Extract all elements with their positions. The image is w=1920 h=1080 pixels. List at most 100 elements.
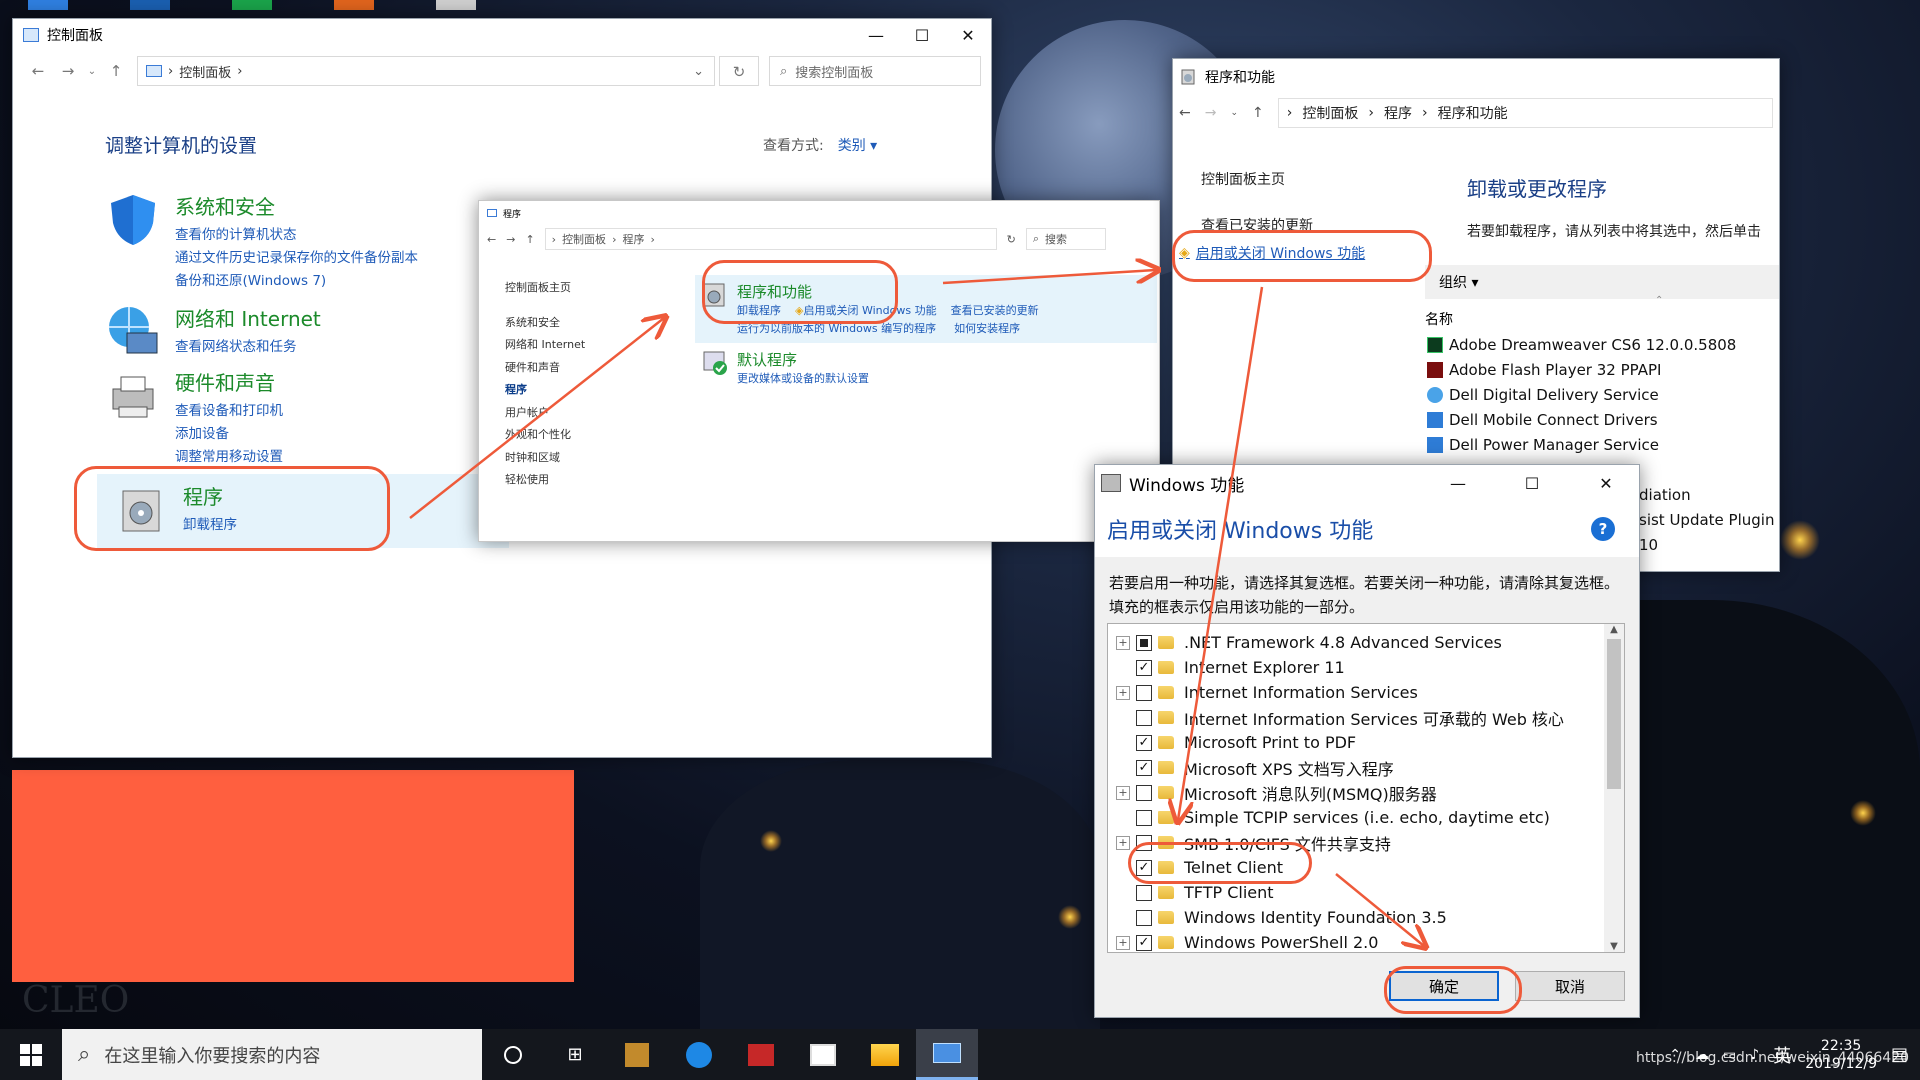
- expand-icon[interactable]: +: [1116, 835, 1130, 850]
- uninstall-link[interactable]: 卸载程序: [737, 302, 781, 320]
- sidebar-item-home[interactable]: 控制面板主页: [505, 277, 585, 300]
- back-arrow-icon[interactable]: ←: [1179, 105, 1191, 121]
- search-input[interactable]: ⌕ 搜索控制面板: [769, 56, 981, 86]
- feature-row[interactable]: Windows Identity Foundation 3.5: [1108, 905, 1624, 930]
- desktop-icon[interactable]: [334, 0, 374, 10]
- start-button[interactable]: [0, 1029, 62, 1080]
- feature-checkbox[interactable]: [1136, 684, 1152, 701]
- breadcrumb-item[interactable]: 程序: [622, 231, 644, 247]
- list-item[interactable]: Dell Digital Delivery Service: [1427, 382, 1736, 407]
- desktop-icon[interactable]: [232, 0, 272, 10]
- list-item[interactable]: Dell Power Manager Service: [1427, 432, 1736, 457]
- sidebar-item-home[interactable]: 控制面板主页: [1201, 169, 1285, 189]
- feature-row[interactable]: ✓ Internet Explorer 11: [1108, 655, 1624, 680]
- ok-button[interactable]: 确定: [1389, 971, 1499, 1001]
- feature-row[interactable]: ✓ Microsoft XPS 文档写入程序: [1108, 755, 1624, 780]
- feature-checkbox[interactable]: [1136, 909, 1152, 926]
- desktop-icon[interactable]: [28, 0, 68, 10]
- up-arrow-icon[interactable]: ↑: [525, 233, 534, 246]
- breadcrumb-item[interactable]: 程序和功能: [1438, 103, 1508, 123]
- program-name-partial[interactable]: 10: [1639, 533, 1774, 558]
- feature-row[interactable]: + .NET Framework 4.8 Advanced Services: [1108, 630, 1624, 655]
- breadcrumb-item[interactable]: 控制面板: [1302, 103, 1358, 123]
- scroll-up-icon[interactable]: ▲: [1604, 624, 1624, 635]
- list-item[interactable]: Adobe Dreamweaver CS6 12.0.0.5808: [1427, 332, 1736, 357]
- up-arrow-icon[interactable]: ↑: [1252, 105, 1264, 121]
- category-link[interactable]: 查看设备和打印机: [175, 400, 283, 423]
- feature-checkbox[interactable]: [1136, 784, 1152, 801]
- category-title[interactable]: 系统和安全: [175, 191, 418, 220]
- taskbar-search[interactable]: ⌕ 在这里输入你要搜索的内容: [62, 1029, 482, 1080]
- category-link[interactable]: 添加设备: [175, 423, 283, 446]
- forward-arrow-icon[interactable]: →: [53, 62, 83, 80]
- maximize-button[interactable]: ☐: [899, 19, 945, 51]
- minimize-button[interactable]: —: [853, 19, 899, 51]
- close-button[interactable]: ✕: [945, 19, 991, 51]
- sidebar-item-users[interactable]: 用户帐户: [505, 402, 585, 425]
- feature-checkbox[interactable]: [1136, 709, 1152, 726]
- back-arrow-icon[interactable]: ←: [487, 233, 496, 246]
- programs-features-title[interactable]: 程序和功能: [737, 281, 1039, 302]
- category-title[interactable]: 硬件和声音: [175, 367, 283, 396]
- feature-checkbox[interactable]: ✓: [1136, 859, 1152, 876]
- desktop-icon[interactable]: [436, 0, 476, 10]
- forward-arrow-icon[interactable]: →: [506, 233, 515, 246]
- feature-row[interactable]: + ✓ Windows PowerShell 2.0: [1108, 930, 1624, 952]
- feature-row[interactable]: ✓ Microsoft Print to PDF: [1108, 730, 1624, 755]
- default-programs-link[interactable]: 更改媒体或设备的默认设置: [737, 370, 869, 386]
- back-arrow-icon[interactable]: ←: [23, 62, 53, 80]
- sidebar-item-programs[interactable]: 程序: [505, 379, 585, 402]
- taskbar-app[interactable]: [668, 1029, 730, 1080]
- organize-button[interactable]: 组织 ▾: [1439, 272, 1478, 292]
- windows-features-link[interactable]: ◈启用或关闭 Windows 功能: [795, 302, 937, 320]
- close-button[interactable]: ✕: [1573, 467, 1639, 499]
- refresh-icon[interactable]: ↻: [719, 56, 759, 86]
- taskbar-app-control-panel[interactable]: [916, 1029, 978, 1080]
- category-link[interactable]: 调整常用移动设置: [175, 446, 283, 469]
- view-by-dropdown[interactable]: 类别 ▾: [838, 135, 877, 155]
- breadcrumb-item[interactable]: 程序: [1384, 103, 1412, 123]
- address-box[interactable]: › 控制面板 › 程序 › 程序和功能: [1277, 98, 1773, 128]
- dropdown-chevron-icon[interactable]: ⌄: [693, 64, 704, 79]
- up-arrow-icon[interactable]: ↑: [101, 62, 131, 80]
- program-name-partial[interactable]: sist Update Plugin: [1639, 508, 1774, 533]
- sidebar-item-clock[interactable]: 时钟和区域: [505, 447, 585, 470]
- features-tree[interactable]: + .NET Framework 4.8 Advanced Services ✓ In…: [1107, 623, 1625, 953]
- feature-checkbox[interactable]: [1136, 884, 1152, 901]
- compat-link[interactable]: 运行为以前版本的 Windows 编写的程序: [737, 320, 936, 338]
- feature-checkbox[interactable]: ✓: [1136, 759, 1152, 776]
- feature-checkbox[interactable]: ✓: [1136, 734, 1152, 751]
- feature-checkbox[interactable]: ✓: [1136, 659, 1152, 676]
- recent-chevron-icon[interactable]: ⌄: [83, 66, 101, 77]
- category-link[interactable]: 查看你的计算机状态: [175, 224, 418, 247]
- sidebar-item-system[interactable]: 系统和安全: [505, 312, 585, 335]
- refresh-icon[interactable]: ↻: [1007, 233, 1016, 246]
- expand-icon[interactable]: +: [1116, 685, 1130, 700]
- feature-checkbox[interactable]: [1136, 634, 1152, 651]
- task-view-button[interactable]: ⊞: [544, 1029, 606, 1080]
- cortana-button[interactable]: [482, 1029, 544, 1080]
- category-link[interactable]: 通过文件历史记录保存你的文件备份副本: [175, 247, 418, 270]
- installed-updates-link[interactable]: 查看已安装的更新: [951, 302, 1039, 320]
- feature-row[interactable]: Simple TCPIP services (i.e. echo, daytim…: [1108, 805, 1624, 830]
- feature-row[interactable]: + SMB 1.0/CIFS 文件共享支持: [1108, 830, 1624, 855]
- how-to-install-link[interactable]: 如何安装程序: [954, 320, 1020, 338]
- category-link[interactable]: 查看网络状态和任务: [175, 336, 321, 359]
- forward-arrow-icon[interactable]: →: [1205, 105, 1217, 121]
- expand-icon[interactable]: +: [1116, 935, 1130, 950]
- sidebar-item-updates[interactable]: 查看已安装的更新: [1201, 215, 1313, 235]
- address-box[interactable]: › 控制面板 › 程序 ›: [544, 228, 997, 250]
- minimize-button[interactable]: —: [1425, 467, 1491, 499]
- feature-checkbox[interactable]: [1136, 834, 1152, 851]
- feature-row[interactable]: TFTP Client: [1108, 880, 1624, 905]
- category-link[interactable]: 备份和还原(Windows 7): [175, 270, 418, 293]
- scrollbar[interactable]: ▲ ▼: [1604, 624, 1624, 952]
- sidebar-item-hardware[interactable]: 硬件和声音: [505, 357, 585, 380]
- taskbar-app[interactable]: [606, 1029, 668, 1080]
- cancel-button[interactable]: 取消: [1515, 971, 1625, 1001]
- search-input[interactable]: ⌕ 搜索: [1025, 228, 1106, 250]
- taskbar-app[interactable]: [854, 1029, 916, 1080]
- program-name-partial[interactable]: diation: [1639, 483, 1774, 508]
- name-column-header[interactable]: 名称: [1425, 309, 1453, 329]
- sidebar-item-network[interactable]: 网络和 Internet: [505, 334, 585, 357]
